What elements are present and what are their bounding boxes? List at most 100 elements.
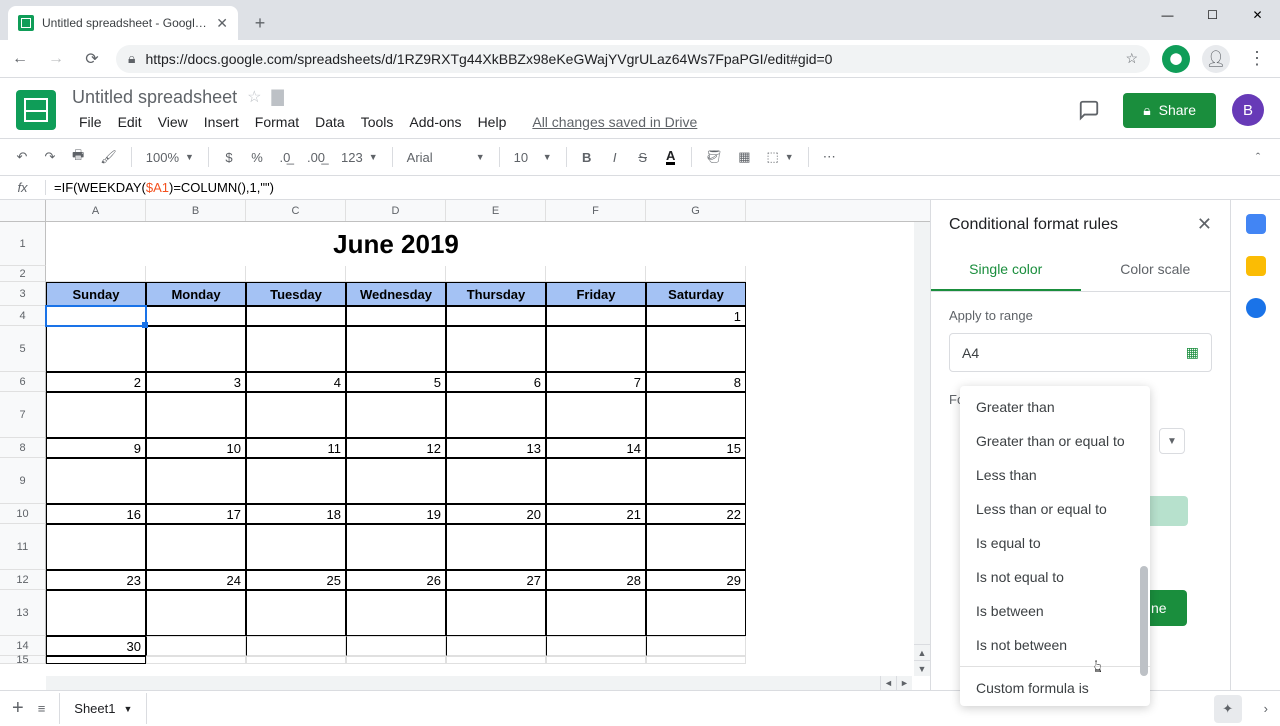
italic-button[interactable]: I — [603, 144, 627, 170]
day-header[interactable]: Tuesday — [246, 282, 346, 306]
calendar-date-cell[interactable] — [446, 306, 546, 326]
calendar-blank-cell[interactable] — [246, 656, 346, 664]
row-header[interactable]: 1 — [0, 222, 46, 266]
calendar-blank-cell[interactable] — [146, 392, 246, 438]
menu-tools[interactable]: Tools — [354, 110, 401, 134]
row-header[interactable]: 4 — [0, 306, 46, 326]
comments-button[interactable] — [1071, 92, 1107, 128]
done-button-partial[interactable]: ne — [1145, 590, 1187, 626]
calendar-blank-cell[interactable] — [546, 656, 646, 664]
calendar-date-cell[interactable]: 17 — [146, 504, 246, 524]
calendar-blank-cell[interactable] — [446, 524, 546, 570]
calendar-blank-cell[interactable] — [646, 326, 746, 372]
calendar-date-cell[interactable]: 1 — [646, 306, 746, 326]
calendar-date-cell[interactable]: 18 — [246, 504, 346, 524]
paint-format-button[interactable]: 🖌︎ — [94, 144, 123, 170]
calendar-date-cell[interactable]: 30 — [46, 636, 146, 656]
tab-close-icon[interactable]: ✕ — [216, 15, 228, 32]
day-header[interactable]: Thursday — [446, 282, 546, 306]
calendar-date-cell[interactable] — [146, 636, 246, 656]
row-header[interactable]: 3 — [0, 282, 46, 306]
dd-gte[interactable]: Greater than or equal to — [960, 424, 1150, 458]
calendar-blank-cell[interactable] — [546, 458, 646, 504]
account-avatar[interactable]: B — [1232, 94, 1264, 126]
calendar-date-cell[interactable]: 14 — [546, 438, 646, 458]
calendar-date-cell[interactable]: 20 — [446, 504, 546, 524]
cell[interactable] — [246, 266, 346, 282]
close-panel-icon[interactable]: ✕ — [1197, 214, 1212, 235]
profile-icon[interactable]: 👤︎ — [1202, 45, 1230, 73]
menu-format[interactable]: Format — [248, 110, 306, 134]
calendar-date-cell[interactable]: 5 — [346, 372, 446, 392]
more-toolbar-button[interactable]: ⋯ — [817, 144, 842, 170]
calendar-date-cell[interactable]: 4 — [246, 372, 346, 392]
calendar-blank-cell[interactable] — [246, 590, 346, 636]
collapse-toolbar-button[interactable]: ˆ — [1246, 144, 1270, 170]
calendar-date-cell[interactable] — [546, 306, 646, 326]
calendar-blank-cell[interactable] — [246, 524, 346, 570]
sheets-logo-icon[interactable] — [16, 90, 56, 130]
cell[interactable] — [346, 266, 446, 282]
calendar-blank-cell[interactable] — [346, 656, 446, 664]
menu-file[interactable]: File — [72, 110, 109, 134]
calendar-blank-cell[interactable] — [146, 524, 246, 570]
calendar-date-cell[interactable] — [446, 636, 546, 656]
row-header[interactable]: 13 — [0, 590, 46, 636]
cell[interactable] — [646, 266, 746, 282]
new-tab-button[interactable]: + — [246, 9, 274, 37]
calendar-date-cell[interactable]: 6 — [446, 372, 546, 392]
calendar-date-cell[interactable]: 8 — [646, 372, 746, 392]
cf-tab-color-scale[interactable]: Color scale — [1081, 249, 1231, 291]
calendar-blank-cell[interactable] — [46, 656, 146, 664]
calendar-date-cell[interactable]: 21 — [546, 504, 646, 524]
col-header[interactable]: F — [546, 200, 646, 221]
calendar-blank-cell[interactable] — [546, 524, 646, 570]
sheet-tab-menu-icon[interactable]: ▼ — [123, 704, 132, 714]
row-header[interactable]: 10 — [0, 504, 46, 524]
row-header[interactable]: 2 — [0, 266, 46, 282]
bold-button[interactable]: B — [575, 144, 599, 170]
font-dropdown[interactable]: Arial▼ — [401, 146, 491, 169]
calendar-blank-cell[interactable] — [546, 392, 646, 438]
calendar-date-cell[interactable]: 7 — [546, 372, 646, 392]
dd-custom-formula[interactable]: Custom formula is — [960, 671, 1150, 705]
reload-button[interactable]: ⟳ — [80, 47, 104, 71]
menu-insert[interactable]: Insert — [197, 110, 246, 134]
calendar-date-cell[interactable]: 16 — [46, 504, 146, 524]
menu-data[interactable]: Data — [308, 110, 352, 134]
calendar-blank-cell[interactable] — [446, 656, 546, 664]
row-header[interactable]: 8 — [0, 438, 46, 458]
calendar-date-cell[interactable]: 25 — [246, 570, 346, 590]
calendar-date-cell[interactable] — [546, 636, 646, 656]
menu-edit[interactable]: Edit — [111, 110, 149, 134]
print-button[interactable]: 🖶 — [66, 144, 90, 170]
calendar-blank-cell[interactable] — [46, 326, 146, 372]
row-header[interactable]: 9 — [0, 458, 46, 504]
calendar-date-cell[interactable] — [146, 306, 246, 326]
text-color-button[interactable]: A — [659, 144, 683, 170]
dd-less-than[interactable]: Less than — [960, 458, 1150, 492]
maximize-button[interactable]: ☐ — [1190, 0, 1235, 30]
calendar-date-cell[interactable] — [246, 306, 346, 326]
all-sheets-button[interactable]: ≡ — [38, 701, 46, 716]
calendar-date-cell[interactable]: 23 — [46, 570, 146, 590]
calendar-blank-cell[interactable] — [546, 590, 646, 636]
calendar-blank-cell[interactable] — [246, 392, 346, 438]
star-document-icon[interactable]: ☆ — [247, 87, 261, 107]
dd-not-equal[interactable]: Is not equal to — [960, 560, 1150, 594]
dd-not-between[interactable]: Is not between — [960, 628, 1150, 662]
select-all-corner[interactable] — [0, 200, 46, 221]
browser-menu-icon[interactable]: ⋮ — [1242, 48, 1272, 69]
calendar-blank-cell[interactable] — [646, 656, 746, 664]
percent-button[interactable]: % — [245, 144, 269, 170]
calendar-blank-cell[interactable] — [446, 326, 546, 372]
day-header[interactable]: Monday — [146, 282, 246, 306]
merge-cells-button[interactable]: ⬚▼ — [760, 145, 799, 169]
select-range-icon[interactable]: ▦ — [1186, 344, 1199, 361]
formula-input[interactable]: =IF(WEEKDAY($A1)=COLUMN(),1,"") — [46, 180, 282, 196]
add-sheet-button[interactable]: + — [12, 697, 24, 720]
increase-decimal-button[interactable]: .00̲ — [301, 144, 331, 170]
calendar-date-cell[interactable]: 28 — [546, 570, 646, 590]
document-title[interactable]: Untitled spreadsheet — [72, 87, 237, 108]
col-header[interactable]: D — [346, 200, 446, 221]
